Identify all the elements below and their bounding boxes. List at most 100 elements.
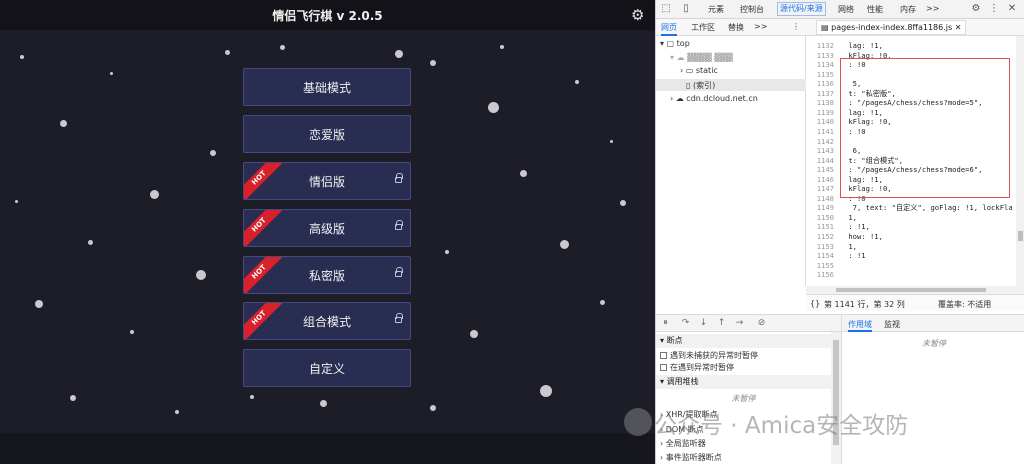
- line-number[interactable]: 1148: [810, 194, 834, 203]
- mode-button-label: 高级版: [308, 221, 345, 236]
- line-number[interactable]: 1144: [810, 156, 834, 165]
- lock-icon: [395, 313, 403, 323]
- tab-performance[interactable]: 性能: [867, 4, 883, 15]
- tab-console[interactable]: 控制台: [740, 4, 764, 15]
- game-panel: 情侣飞行棋 v 2.0.5 ⚙ 基础模式 恋爱版 HOT 情侣版 HOT 高级版…: [0, 0, 655, 464]
- device-icon[interactable]: ▯: [680, 3, 692, 15]
- line-number[interactable]: 1147: [810, 184, 834, 193]
- devtools-panel: ⬚ ▯ 元素 控制台 源代码/来源 网络 性能 内存 >> ⚙ ⋮ ✕ 网页 工…: [655, 0, 1024, 464]
- more-menu-icon[interactable]: ⋮: [988, 3, 1000, 15]
- pause-icon[interactable]: ⏸: [660, 318, 671, 329]
- braces-icon[interactable]: {}: [810, 299, 820, 308]
- kebab-icon[interactable]: ⋮: [792, 22, 800, 31]
- code-horizontal-scrollbar[interactable]: [806, 286, 1024, 294]
- snow-dot: [35, 300, 43, 308]
- line-number[interactable]: 1133: [810, 51, 834, 60]
- breakpoints-scrollbar[interactable]: [831, 332, 841, 464]
- mode-button-basic[interactable]: 基础模式: [243, 68, 411, 106]
- line-number[interactable]: 1140: [810, 117, 834, 126]
- close-icon[interactable]: ✕: [1006, 3, 1018, 15]
- line-number[interactable]: 1136: [810, 79, 834, 88]
- line-number[interactable]: 1142: [810, 137, 834, 146]
- callstack-header[interactable]: ▾ 调用堆栈: [656, 375, 831, 389]
- scroll-thumb[interactable]: [1018, 231, 1023, 241]
- step-into-icon[interactable]: ↓: [698, 318, 709, 329]
- line-number[interactable]: 1153: [810, 242, 834, 251]
- inspect-icon[interactable]: ⬚: [660, 3, 672, 15]
- mode-button-combo[interactable]: HOT 组合模式: [243, 302, 411, 340]
- snow-dot: [488, 102, 499, 113]
- line-number[interactable]: 1154: [810, 251, 834, 260]
- tab-more[interactable]: >>: [926, 4, 939, 13]
- line-number[interactable]: 1156: [810, 270, 834, 279]
- mode-button-label: 情侣版: [308, 174, 345, 189]
- snow-dot: [60, 120, 67, 127]
- section-label: 断点: [666, 336, 683, 345]
- cursor-position: 第 1141 行，第 32 列: [824, 300, 905, 309]
- line-number[interactable]: 1145: [810, 165, 834, 174]
- line-number[interactable]: 1152: [810, 232, 834, 241]
- tree-item-index[interactable]: ▯ (索引): [686, 80, 715, 91]
- breakpoints-header[interactable]: ▾ 断点: [656, 334, 831, 348]
- step-icon[interactable]: →: [734, 318, 745, 329]
- checkbox[interactable]: [660, 352, 667, 359]
- line-number[interactable]: 1135: [810, 70, 834, 79]
- close-tab-icon[interactable]: ✕: [955, 23, 962, 32]
- line-number[interactable]: 1146: [810, 175, 834, 184]
- mode-button-couple[interactable]: HOT 情侣版: [243, 162, 411, 200]
- line-number[interactable]: 1155: [810, 261, 834, 270]
- line-number[interactable]: 1149: [810, 203, 834, 212]
- line-number[interactable]: 1150: [810, 213, 834, 222]
- tree-item-static[interactable]: › ▭ static: [680, 66, 718, 75]
- code-editor[interactable]: 1132 lag: !1, 1133 kFlag: !0, 1134 : !0 113…: [806, 36, 1024, 286]
- mode-button-love[interactable]: 恋爱版: [243, 115, 411, 153]
- pause-caught-option[interactable]: 在遇到异常时暂停: [660, 362, 734, 373]
- event-breakpoints-header[interactable]: › 事件监听器断点: [660, 452, 722, 463]
- snow-dot: [175, 410, 179, 414]
- subtab-workspace[interactable]: 工作区: [691, 22, 715, 33]
- code-line: 7, text: "自定义", goFlag: !1, lockFla: [844, 203, 1013, 213]
- code-line: 1,: [844, 241, 857, 251]
- line-number[interactable]: 1134: [810, 60, 834, 69]
- tree-item-top[interactable]: ▾ ▢ top: [660, 39, 690, 48]
- line-number[interactable]: 1151: [810, 222, 834, 231]
- tab-scope[interactable]: 作用域: [848, 319, 872, 332]
- line-number[interactable]: 1143: [810, 146, 834, 155]
- mode-button-private[interactable]: HOT 私密版: [243, 256, 411, 294]
- mode-button-custom[interactable]: 自定义: [243, 349, 411, 387]
- line-number[interactable]: 1138: [810, 98, 834, 107]
- deactivate-breakpoints-icon[interactable]: ⊘: [756, 318, 767, 329]
- subtab-page[interactable]: 网页: [661, 22, 677, 36]
- lock-icon: [395, 220, 403, 230]
- code-vertical-scrollbar[interactable]: [1016, 36, 1024, 286]
- gear-icon[interactable]: ⚙: [631, 7, 647, 23]
- file-tree: ▾ ▢ top ▾ ☁ ▓▓▓▓ ▓▓▓ › ▭ static ▯ (索引) ›…: [656, 36, 806, 286]
- line-number[interactable]: 1137: [810, 89, 834, 98]
- screen: 情侣飞行棋 v 2.0.5 ⚙ 基础模式 恋爱版 HOT 情侣版 HOT 高级版…: [0, 0, 1024, 464]
- tab-memory[interactable]: 内存: [900, 4, 916, 15]
- tree-item-cdn[interactable]: › ☁ cdn.dcloud.net.cn: [670, 94, 758, 103]
- subtab-overrides[interactable]: 替换: [728, 22, 744, 33]
- checkbox[interactable]: [660, 364, 667, 371]
- scroll-thumb[interactable]: [836, 288, 986, 292]
- tab-elements[interactable]: 元素: [708, 4, 724, 15]
- tab-network[interactable]: 网络: [838, 4, 854, 15]
- mode-button-advanced[interactable]: HOT 高级版: [243, 209, 411, 247]
- line-number[interactable]: 1139: [810, 108, 834, 117]
- tree-item-blurred[interactable]: ▾ ☁ ▓▓▓▓ ▓▓▓: [670, 53, 733, 62]
- line-number[interactable]: 1132: [810, 41, 834, 50]
- lock-icon: [395, 173, 403, 183]
- subtab-more[interactable]: >>: [754, 22, 767, 31]
- snow-dot: [225, 50, 230, 55]
- snow-dot: [88, 240, 93, 245]
- step-over-icon[interactable]: ↷: [680, 318, 691, 329]
- settings-icon[interactable]: ⚙: [970, 3, 982, 15]
- step-out-icon[interactable]: ↑: [716, 318, 727, 329]
- snow-dot: [620, 200, 626, 206]
- line-number[interactable]: 1141: [810, 127, 834, 136]
- tab-watch[interactable]: 监视: [884, 319, 900, 330]
- tab-sources[interactable]: 源代码/来源: [777, 2, 826, 16]
- game-title: 情侣飞行棋 v 2.0.5: [272, 9, 383, 23]
- pause-uncaught-option[interactable]: 遇到未捕获的异常时暂停: [660, 350, 758, 361]
- open-file-tab[interactable]: ▤ pages-index-index.8ffa1186.js ✕: [816, 20, 967, 35]
